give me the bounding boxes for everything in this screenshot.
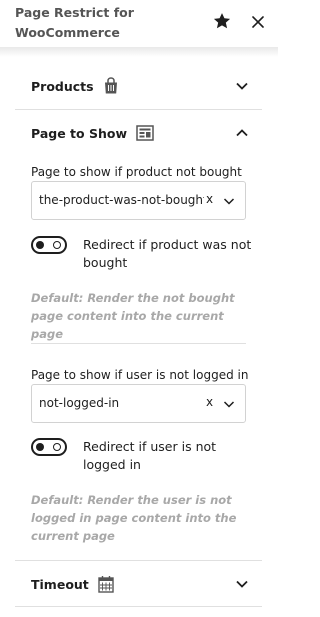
redirect-not-logged-in-toggle[interactable]: [31, 438, 67, 456]
clear-selection-button[interactable]: x: [206, 192, 213, 206]
toggle-off-indicator: [53, 241, 61, 249]
shopping-bag-icon: [103, 77, 119, 95]
chevron-down-icon: [222, 397, 236, 411]
toggle-knob: [36, 443, 44, 451]
panel-products-toggle[interactable]: Products: [15, 64, 262, 108]
not-logged-in-page-label: Page to show if user is not logged in: [31, 368, 249, 382]
chevron-down-icon: [234, 576, 250, 592]
sidebar-header: Page Restrict for WooCommerce: [0, 0, 278, 47]
not-bought-help-text: Default: Render the not bought page cont…: [31, 291, 235, 341]
page-layout-icon: [136, 125, 154, 141]
close-icon: [251, 14, 265, 33]
not-logged-in-help-text: Default: Render the user is not logged i…: [31, 493, 237, 543]
panel-page-to-show-toggle[interactable]: Page to Show: [15, 111, 262, 155]
calendar-icon: [98, 575, 114, 593]
panel-products-title: Products: [31, 78, 94, 94]
clear-selection-button[interactable]: x: [206, 395, 213, 409]
sidebar-title: Page Restrict for WooCommerce: [15, 5, 134, 40]
toggle-knob: [36, 241, 44, 249]
redirect-not-logged-in-label: Redirect if user is not logged in: [83, 439, 217, 472]
not-logged-in-page-select[interactable]: not-logged-in x: [31, 384, 246, 423]
header-shadow: [0, 47, 278, 57]
not-logged-in-page-select-value: not-logged-in: [39, 396, 120, 410]
panel-page-to-show-title: Page to Show: [31, 125, 127, 141]
redirect-not-bought-label: Redirect if product was not bought: [83, 237, 252, 270]
star-icon: [212, 11, 232, 35]
divider: [15, 109, 262, 110]
divider: [31, 343, 246, 344]
panel-timeout-title: Timeout: [31, 576, 89, 592]
divider: [15, 560, 262, 561]
chevron-down-icon: [222, 194, 236, 208]
toggle-off-indicator: [53, 443, 61, 451]
not-bought-page-select[interactable]: the-product-was-not-bought x: [31, 181, 246, 220]
not-bought-page-label: Page to show if product not bought: [31, 165, 242, 179]
panel-timeout-toggle[interactable]: Timeout: [15, 562, 262, 606]
chevron-up-icon: [234, 125, 250, 141]
star-button[interactable]: [208, 9, 236, 37]
redirect-not-bought-toggle[interactable]: [31, 236, 67, 254]
not-bought-page-select-value: the-product-was-not-bought: [39, 193, 204, 207]
chevron-down-icon: [234, 78, 250, 94]
divider: [15, 606, 262, 607]
close-button[interactable]: [244, 9, 272, 37]
